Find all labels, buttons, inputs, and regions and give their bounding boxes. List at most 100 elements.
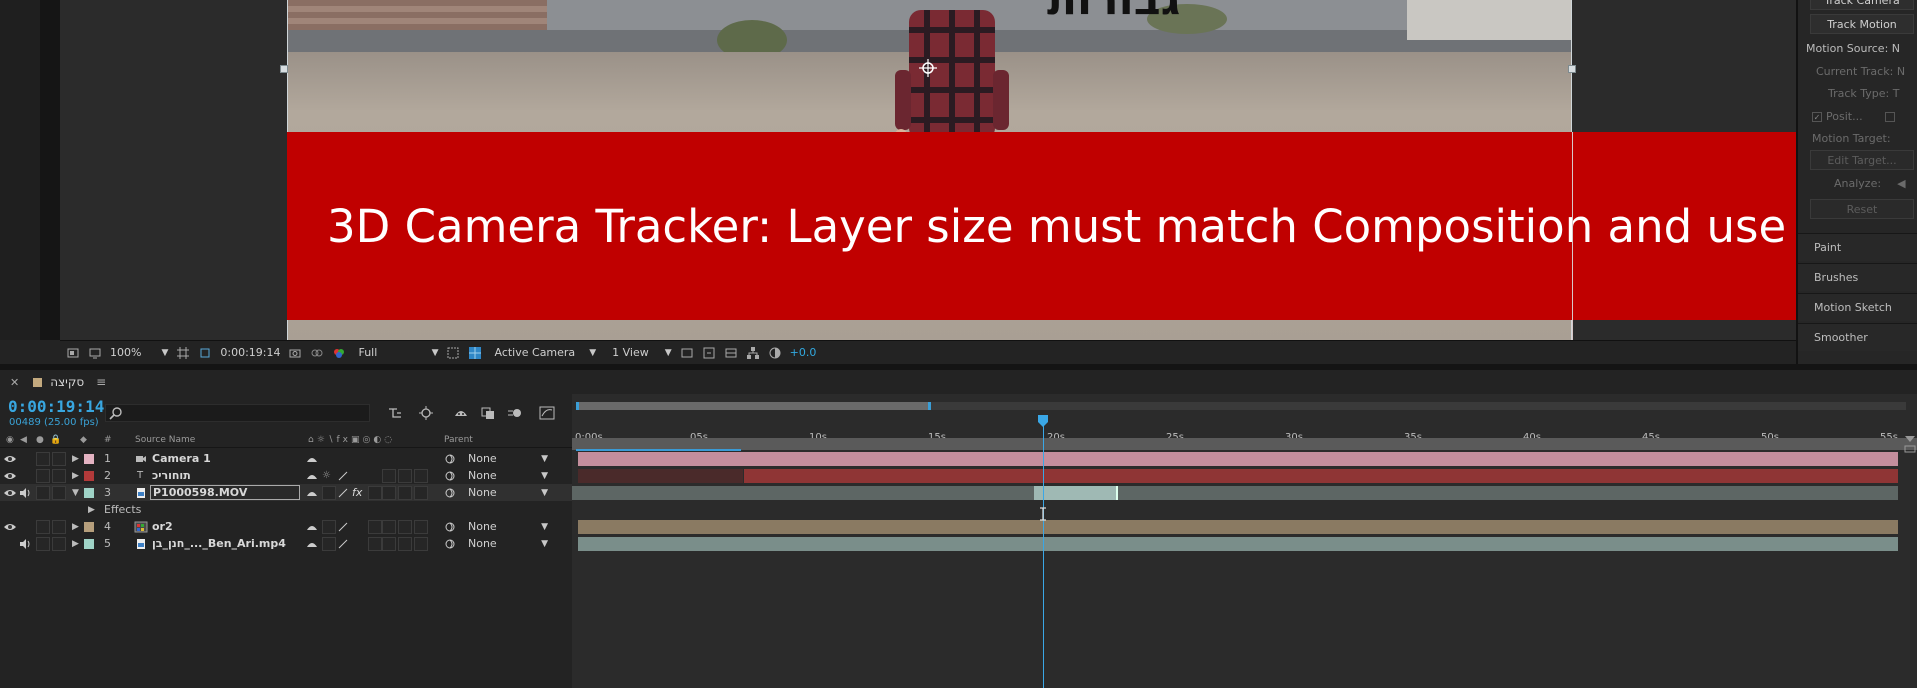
- 3d-layer-switch[interactable]: [414, 485, 428, 500]
- reset-exposure-icon[interactable]: [768, 346, 782, 360]
- collapse-switch[interactable]: [322, 485, 336, 500]
- work-area-range[interactable]: [576, 402, 931, 410]
- eye-icon[interactable]: [3, 450, 17, 467]
- adjustment-switch[interactable]: [398, 536, 412, 551]
- playhead-line[interactable]: [1043, 424, 1044, 688]
- parent-dropdown[interactable]: None ▼: [468, 467, 548, 484]
- graph-editor-icon[interactable]: [538, 404, 556, 422]
- layer-name[interactable]: חנן_בן_..._Ben_Ari.mp4: [152, 535, 286, 552]
- work-area-bar[interactable]: [576, 402, 1906, 410]
- twirl-closed-icon[interactable]: ▶: [72, 518, 79, 535]
- position-checkbox[interactable]: ✓ Posit...: [1812, 110, 1895, 123]
- source-name-column-header[interactable]: Source Name: [135, 435, 195, 445]
- layer-handle-right[interactable]: [1568, 65, 1576, 73]
- eye-icon[interactable]: [3, 518, 17, 535]
- pickwhip-icon[interactable]: [444, 518, 456, 535]
- timeline-track-area[interactable]: 0:00s 05s 10s 15s 20s 25s 30s 35s 40s 45…: [572, 394, 1917, 688]
- layer-row-2[interactable]: ▶ 2 T תוחוריכ ☼ None ▼: [0, 467, 572, 484]
- layer-label-color[interactable]: [84, 453, 94, 464]
- current-time-display[interactable]: 0:00:19:14: [8, 397, 104, 416]
- quality-switch-icon[interactable]: [338, 467, 348, 484]
- solo-switch[interactable]: [36, 536, 50, 551]
- 3d-layer-switch[interactable]: [414, 468, 428, 483]
- shy-switch-icon[interactable]: [306, 467, 318, 484]
- effects-switch-icon[interactable]: fx: [352, 484, 362, 501]
- solo-switch[interactable]: [36, 468, 50, 483]
- number-column-header[interactable]: #: [104, 435, 112, 445]
- lock-switch[interactable]: [52, 485, 66, 500]
- flowchart-icon[interactable]: [746, 346, 760, 360]
- collapse-switch[interactable]: [322, 519, 336, 534]
- parent-column-header[interactable]: Parent: [444, 435, 473, 445]
- brushes-panel-tab[interactable]: Brushes: [1798, 263, 1917, 291]
- twirl-closed-icon[interactable]: ▶: [72, 467, 79, 484]
- audio-column-icon[interactable]: ◀: [20, 435, 27, 445]
- layer-name-edit-field[interactable]: P1000598.MOV: [150, 485, 300, 500]
- reset-button[interactable]: Reset: [1810, 199, 1914, 219]
- layer-row-3[interactable]: ▼ 3 P1000598.MOV fx None ▼: [0, 484, 572, 501]
- motion-sketch-panel-tab[interactable]: Motion Sketch: [1798, 293, 1917, 321]
- anchor-point-icon[interactable]: [919, 59, 937, 77]
- viewer-timecode[interactable]: 0:00:19:14: [220, 346, 280, 359]
- layer-bar-4[interactable]: [578, 520, 1898, 534]
- shy-layers-icon[interactable]: [452, 404, 470, 422]
- layer-name[interactable]: or2: [152, 518, 173, 535]
- quality-switch-icon[interactable]: [338, 535, 348, 552]
- edit-target-button[interactable]: Edit Target...: [1810, 150, 1914, 170]
- layer-label-color[interactable]: [84, 487, 94, 498]
- pickwhip-icon[interactable]: [444, 450, 456, 467]
- effects-group-row[interactable]: ▶ Effects: [0, 501, 572, 518]
- layer-bar-5[interactable]: [578, 537, 1898, 551]
- layer-label-color[interactable]: [84, 521, 94, 532]
- pickwhip-icon[interactable]: [444, 535, 456, 552]
- layer-label-color[interactable]: [84, 470, 94, 481]
- exposure-value[interactable]: +0.0: [790, 346, 817, 359]
- quality-switch-icon[interactable]: [338, 518, 348, 535]
- frame-blending-icon[interactable]: [479, 404, 497, 422]
- motion-blur-icon[interactable]: [506, 404, 524, 422]
- solo-column-icon[interactable]: ●: [36, 435, 44, 445]
- solo-switch[interactable]: [36, 451, 50, 466]
- time-navigator-bar[interactable]: [572, 438, 1917, 450]
- switches-column-header[interactable]: ⌂☼∖fx▣◎◐◌: [308, 435, 395, 445]
- show-snapshot-icon[interactable]: [310, 346, 324, 360]
- parent-dropdown[interactable]: None ▼: [468, 484, 548, 501]
- lock-switch[interactable]: [52, 468, 66, 483]
- timeline-tab-name[interactable]: סקיצה: [50, 375, 84, 389]
- frame-blend-switch[interactable]: [368, 519, 382, 534]
- layer-handle-left[interactable]: [280, 65, 288, 73]
- timeline-zoom-slider-icon[interactable]: [1903, 434, 1917, 454]
- transparency-grid-icon[interactable]: [468, 346, 482, 360]
- eye-icon[interactable]: [3, 467, 17, 484]
- track-camera-button[interactable]: Track Camera: [1810, 0, 1914, 10]
- shy-switch-icon[interactable]: [306, 518, 318, 535]
- frame-blend-switch[interactable]: [368, 536, 382, 551]
- always-preview-icon[interactable]: [66, 346, 80, 360]
- parent-dropdown[interactable]: None ▼: [468, 535, 548, 552]
- analyze-backward-icon[interactable]: ◀: [1897, 177, 1905, 190]
- adjustment-switch[interactable]: [398, 485, 412, 500]
- monitor-icon[interactable]: [88, 346, 102, 360]
- lock-switch[interactable]: [52, 536, 66, 551]
- layer-bar-3[interactable]: [1034, 486, 1118, 500]
- motion-blur-switch[interactable]: [382, 519, 396, 534]
- resolution-dropdown[interactable]: Full ▼: [358, 346, 438, 359]
- collapse-switch[interactable]: [322, 536, 336, 551]
- layer-search-input[interactable]: [105, 404, 370, 422]
- lock-switch[interactable]: [52, 519, 66, 534]
- magnification-dropdown[interactable]: 100% ▼: [110, 346, 168, 359]
- fast-preview-icon[interactable]: [702, 346, 716, 360]
- twirl-open-icon[interactable]: ▼: [72, 484, 79, 501]
- audio-icon[interactable]: [19, 484, 31, 501]
- layer-name[interactable]: Camera 1: [152, 450, 211, 467]
- toggle-pixel-aspect-icon[interactable]: [680, 346, 694, 360]
- parent-dropdown[interactable]: None ▼: [468, 518, 548, 535]
- layer-bar-2[interactable]: [744, 469, 1898, 483]
- pickwhip-icon[interactable]: [444, 467, 456, 484]
- pickwhip-icon[interactable]: [444, 484, 456, 501]
- twirl-closed-icon[interactable]: ▶: [72, 535, 79, 552]
- timeline-icon[interactable]: [724, 346, 738, 360]
- smoother-panel-tab[interactable]: Smoother: [1798, 323, 1917, 351]
- adjustment-switch[interactable]: [398, 519, 412, 534]
- solo-switch[interactable]: [36, 519, 50, 534]
